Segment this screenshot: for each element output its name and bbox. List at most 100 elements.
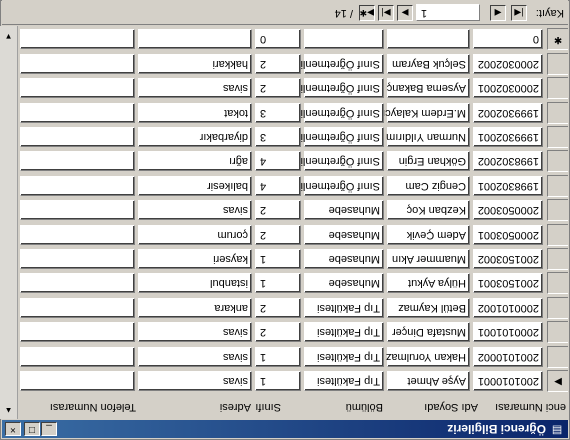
new-record-selector[interactable]: ✱ — [547, 28, 568, 50]
class-field[interactable]: 2 — [255, 200, 301, 220]
scroll-down-icon[interactable]: ▼ — [2, 30, 15, 43]
department-field[interactable]: Tıp Fakültesi — [304, 347, 384, 367]
record-selector[interactable] — [547, 321, 568, 343]
student-no-field[interactable]: 1999302001 — [473, 127, 543, 147]
phone-field[interactable] — [20, 347, 135, 367]
vertical-scrollbar[interactable]: ▲ ▼ — [0, 26, 18, 419]
phone-field[interactable] — [20, 78, 135, 98]
record-number-input[interactable]: 1 — [416, 4, 480, 21]
student-no-field[interactable]: 0 — [473, 29, 543, 49]
phone-field[interactable] — [20, 54, 135, 74]
name-field[interactable]: Aysema Bakanç — [387, 78, 470, 98]
phone-field[interactable] — [20, 200, 135, 220]
phone-field[interactable] — [20, 127, 135, 147]
previous-record-button[interactable]: ◀ — [490, 5, 506, 21]
record-selector[interactable] — [547, 175, 568, 197]
name-field[interactable]: Cengiz Cam — [387, 176, 470, 196]
class-field[interactable]: 4 — [255, 176, 301, 196]
student-no-field[interactable]: 1998302001 — [473, 176, 543, 196]
address-field[interactable]: kayseri — [138, 249, 252, 269]
department-field[interactable]: Muhasebe — [304, 225, 384, 245]
phone-field[interactable] — [20, 371, 135, 391]
department-field[interactable]: Tıp Fakültesi — [304, 298, 384, 318]
record-selector[interactable] — [547, 102, 568, 124]
department-field[interactable]: Sınıf Öğretmenliği — [292, 103, 384, 123]
address-field[interactable]: sivas — [138, 347, 252, 367]
address-field[interactable]: tokat — [138, 103, 252, 123]
address-field[interactable]: diyarbakır — [138, 127, 252, 147]
class-field[interactable]: 1 — [255, 273, 301, 293]
last-record-button[interactable]: ▶| — [378, 5, 394, 21]
department-field[interactable]: Sınıf Öğretmenliği — [292, 54, 384, 74]
class-field[interactable]: 2 — [255, 54, 301, 74]
department-field[interactable]: Sınıf Öğretmenliği — [292, 78, 384, 98]
name-field[interactable]: Hakan Yorulmaz — [386, 347, 470, 367]
name-field[interactable]: Hülya Aykut — [387, 273, 470, 293]
record-selector[interactable] — [547, 77, 568, 99]
record-selector[interactable] — [547, 150, 568, 172]
address-field[interactable] — [138, 29, 252, 49]
next-record-button[interactable]: ▶ — [397, 5, 413, 21]
phone-field[interactable] — [20, 249, 135, 269]
record-selector[interactable]: ▶ — [547, 370, 568, 392]
student-no-field[interactable]: 2001503002 — [473, 249, 543, 269]
record-selector[interactable] — [547, 297, 568, 319]
student-no-field[interactable]: 2000302001 — [473, 78, 543, 98]
name-field[interactable]: Muammer Akın — [387, 249, 470, 269]
phone-field[interactable] — [20, 103, 135, 123]
class-field[interactable]: 3 — [255, 103, 301, 123]
minimize-button[interactable]: _ — [41, 422, 57, 436]
class-field[interactable]: 2 — [255, 298, 301, 318]
new-record-button[interactable]: ▶✱ — [359, 5, 375, 21]
department-field[interactable] — [304, 29, 384, 49]
class-field[interactable]: 1 — [255, 347, 301, 367]
class-field[interactable]: 4 — [255, 151, 301, 171]
class-field[interactable]: 1 — [255, 371, 301, 391]
maximize-button[interactable]: □ — [24, 422, 40, 436]
record-selector[interactable] — [547, 272, 568, 294]
student-no-field[interactable]: 2000101001 — [473, 322, 543, 342]
class-field[interactable]: 3 — [255, 127, 301, 147]
address-field[interactable]: hakkari — [138, 54, 252, 74]
student-no-field[interactable]: 2001503001 — [473, 273, 543, 293]
phone-field[interactable] — [20, 273, 135, 293]
scroll-up-icon[interactable]: ▲ — [2, 404, 15, 417]
phone-field[interactable] — [20, 151, 135, 171]
record-selector[interactable] — [547, 199, 568, 221]
class-field[interactable]: 2 — [255, 78, 301, 98]
address-field[interactable]: ankara — [138, 298, 252, 318]
record-selector[interactable] — [547, 248, 568, 270]
class-field[interactable]: 2 — [255, 225, 301, 245]
address-field[interactable]: balıkesir — [138, 176, 252, 196]
student-no-field[interactable]: 1999302002 — [473, 103, 543, 123]
student-no-field[interactable]: 2001010002 — [473, 347, 543, 367]
name-field[interactable]: Kezban Koç — [387, 200, 470, 220]
class-field[interactable]: 2 — [255, 322, 301, 342]
name-field[interactable]: Betül Kaymaz — [387, 298, 470, 318]
department-field[interactable]: Muhasebe — [304, 200, 384, 220]
student-no-field[interactable]: 1998302002 — [473, 151, 543, 171]
close-button[interactable]: × — [5, 422, 21, 436]
phone-field[interactable] — [20, 225, 135, 245]
name-field[interactable] — [387, 29, 470, 49]
phone-field[interactable] — [20, 29, 135, 49]
phone-field[interactable] — [20, 176, 135, 196]
department-field[interactable]: Tıp Fakültesi — [304, 322, 384, 342]
record-selector[interactable] — [547, 126, 568, 148]
address-field[interactable]: çorum — [138, 225, 252, 245]
record-selector[interactable] — [547, 346, 568, 368]
name-field[interactable]: Selçuk Bayram — [387, 54, 470, 74]
department-field[interactable]: Muhasebe — [304, 249, 384, 269]
department-field[interactable]: Sınıf Öğretmenliği — [292, 127, 384, 147]
phone-field[interactable] — [20, 322, 135, 342]
phone-field[interactable] — [20, 298, 135, 318]
name-field[interactable]: Gökhan Ergin — [387, 151, 470, 171]
name-field[interactable]: M.Erdem Kalaycı — [382, 103, 470, 123]
student-no-field[interactable]: 2000101002 — [473, 298, 543, 318]
student-no-field[interactable]: 2001010001 — [473, 371, 543, 391]
student-no-field[interactable]: 2000302002 — [473, 54, 543, 74]
address-field[interactable]: sivas — [138, 78, 252, 98]
address-field[interactable]: sivas — [138, 200, 252, 220]
class-field[interactable]: 0 — [255, 29, 301, 49]
address-field[interactable]: istanbul — [138, 273, 252, 293]
